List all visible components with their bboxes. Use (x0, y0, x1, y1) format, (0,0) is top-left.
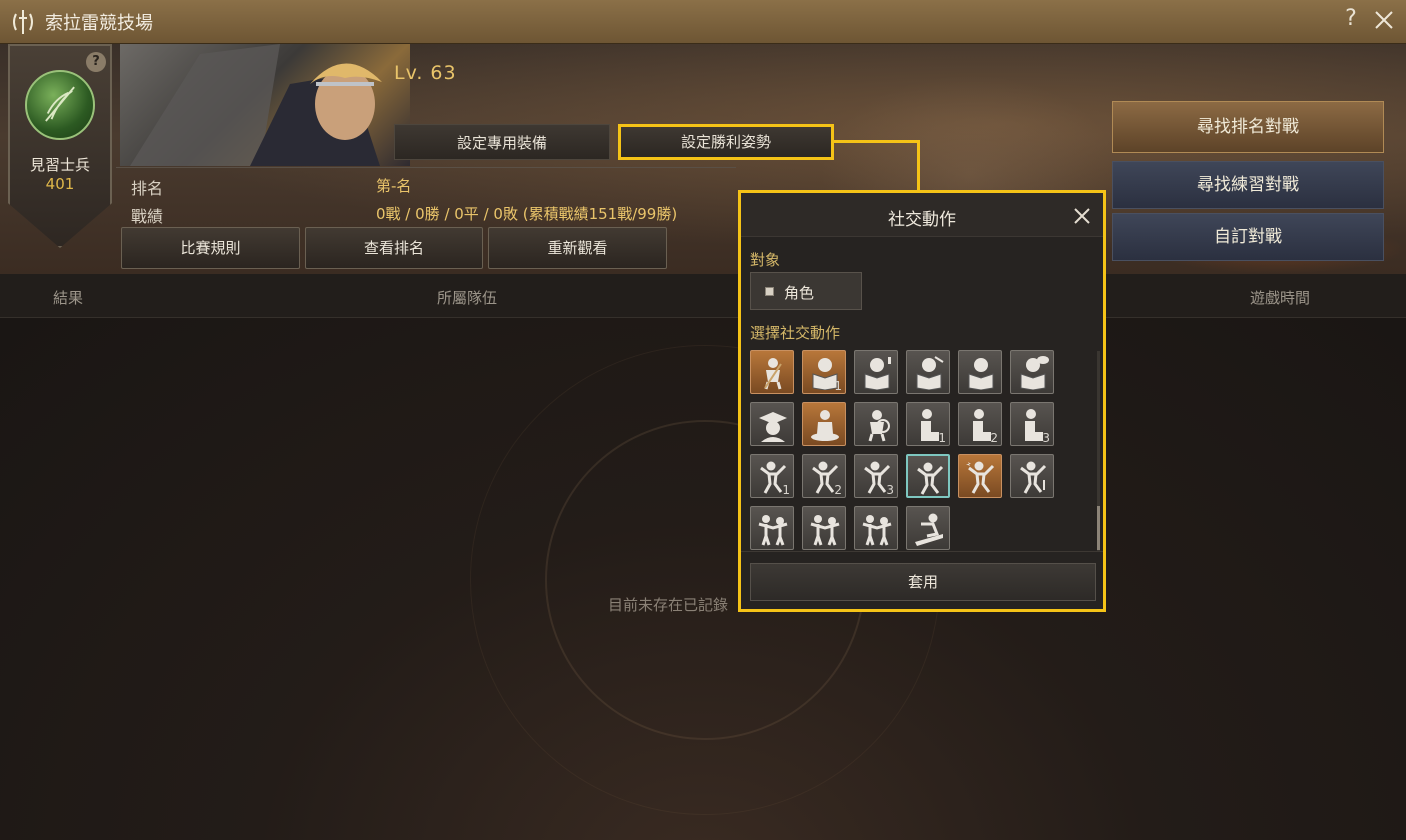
close-icon[interactable] (1372, 8, 1396, 32)
column-game-time: 遊戲時間 (1250, 289, 1311, 307)
emote-dance-star-button[interactable] (958, 454, 1002, 498)
help-icon[interactable]: ? (1338, 6, 1364, 34)
emote-dance-button[interactable]: 1 (750, 454, 794, 498)
choose-action-label: 選擇社交動作 (750, 324, 841, 342)
emote-sit-button[interactable]: 1 (906, 402, 950, 446)
character-portrait (120, 44, 410, 166)
emote-dance-glow-button[interactable] (906, 454, 950, 498)
dialog-header: 社交動作 (741, 193, 1103, 237)
meditate-icon (811, 410, 839, 441)
pair-walk-icon (862, 515, 892, 546)
emote-grid: 1 1 2 3 1 2 3 (750, 350, 1090, 550)
dialog-divider (741, 551, 1103, 552)
arena-logo-icon (13, 10, 33, 34)
graduate-icon (759, 412, 787, 442)
emote-sit-button[interactable]: 3 (1010, 402, 1054, 446)
emote-dance-music-button[interactable] (1010, 454, 1054, 498)
character-art (130, 44, 382, 166)
reading-think-icon (968, 358, 994, 390)
emote-meditate-button[interactable] (802, 402, 846, 446)
pair-dance-icon (810, 515, 840, 546)
dialog-title: 社交動作 (888, 210, 956, 230)
pair-cheer-icon (758, 515, 788, 546)
window-title: 索拉雷競技場 (45, 13, 153, 34)
emote-scrollbar-thumb[interactable] (1097, 506, 1100, 550)
emote-dance-button[interactable]: 2 (802, 454, 846, 498)
column-team: 所屬隊伍 (437, 289, 498, 307)
surf-icon (915, 513, 943, 546)
reading-angry-icon (916, 356, 944, 390)
emote-variant-number: 1 (938, 431, 946, 445)
emote-pair-cheer-button[interactable] (750, 506, 794, 550)
set-victory-pose-button[interactable]: 設定勝利姿勢 (618, 124, 834, 160)
emote-pair-walk-button[interactable] (854, 506, 898, 550)
emote-magnify-button[interactable] (854, 402, 898, 446)
feather-icon (45, 86, 75, 122)
reading-talk-icon (1020, 356, 1049, 390)
record-value: 0戰 / 0勝 / 0平 / 0敗 (累積戰績151戰/99勝) (376, 205, 678, 223)
custom-match-button[interactable]: 自訂對戰 (1112, 213, 1384, 261)
rank-value: 第-名 (376, 177, 412, 195)
reading-exclaim-icon (864, 357, 891, 390)
rank-help-icon[interactable]: ? (86, 52, 106, 72)
emote-variant-number: 1 (834, 379, 842, 393)
emote-pair-dance-button[interactable] (802, 506, 846, 550)
player-level: Lv. 63 (394, 62, 457, 84)
emote-surf-button[interactable] (906, 506, 950, 550)
emote-variant-number: 3 (1042, 431, 1050, 445)
emote-reading-think-button[interactable] (958, 350, 1002, 394)
emote-reading-talk-button[interactable] (1010, 350, 1054, 394)
target-value: 角色 (784, 284, 815, 302)
magnify-icon (868, 410, 890, 442)
set-equipment-button[interactable]: 設定專用裝備 (394, 124, 610, 160)
emote-sit-button[interactable]: 2 (958, 402, 1002, 446)
info-divider (116, 167, 736, 168)
dance-music-icon (1020, 461, 1047, 494)
emote-variant-number: 1 (782, 483, 790, 497)
emote-variant-number: 2 (990, 431, 998, 445)
target-check-icon (765, 287, 774, 296)
target-label: 對象 (750, 251, 781, 269)
find-practice-match-button[interactable]: 尋找練習對戰 (1112, 161, 1384, 209)
close-icon[interactable] (1073, 207, 1091, 225)
emote-variant-number: 2 (834, 483, 842, 497)
view-ranking-button[interactable]: 查看排名 (305, 227, 483, 269)
emote-reading-angry-button[interactable] (906, 350, 950, 394)
find-ranked-match-button[interactable]: 尋找排名對戰 (1112, 101, 1384, 153)
target-character-button[interactable]: 角色 (750, 272, 862, 310)
emote-reading-exclaim-button[interactable] (854, 350, 898, 394)
match-rules-button[interactable]: 比賽規則 (121, 227, 300, 269)
dance-star-icon (966, 461, 995, 494)
record-label: 戰績 (131, 207, 164, 226)
rank-label: 排名 (131, 179, 164, 198)
rank-emblem-icon (25, 70, 95, 140)
social-action-dialog: 社交動作 對象 角色 選擇社交動作 1 1 2 3 1 2 3 套用 (738, 190, 1106, 612)
apply-button[interactable]: 套用 (750, 563, 1096, 601)
highlight-connector (834, 140, 920, 143)
emote-variant-number: 3 (886, 483, 894, 497)
column-result: 結果 (53, 289, 84, 307)
window-titlebar: 索拉雷競技場 ? (0, 0, 1406, 44)
history-header (0, 274, 1406, 318)
emote-graduate-button[interactable] (750, 402, 794, 446)
sweep-icon (764, 358, 782, 390)
emote-reading-book-button[interactable]: 1 (802, 350, 846, 394)
emote-dance-button[interactable]: 3 (854, 454, 898, 498)
emote-sweep-button[interactable] (750, 350, 794, 394)
dance-glow-icon (917, 462, 944, 495)
empty-history-message: 目前未存在已記錄 (608, 596, 729, 614)
replay-button[interactable]: 重新觀看 (488, 227, 667, 269)
rank-tier-name: 見習士兵 (29, 156, 90, 174)
rank-score: 401 (45, 175, 75, 193)
highlight-connector (917, 140, 920, 192)
